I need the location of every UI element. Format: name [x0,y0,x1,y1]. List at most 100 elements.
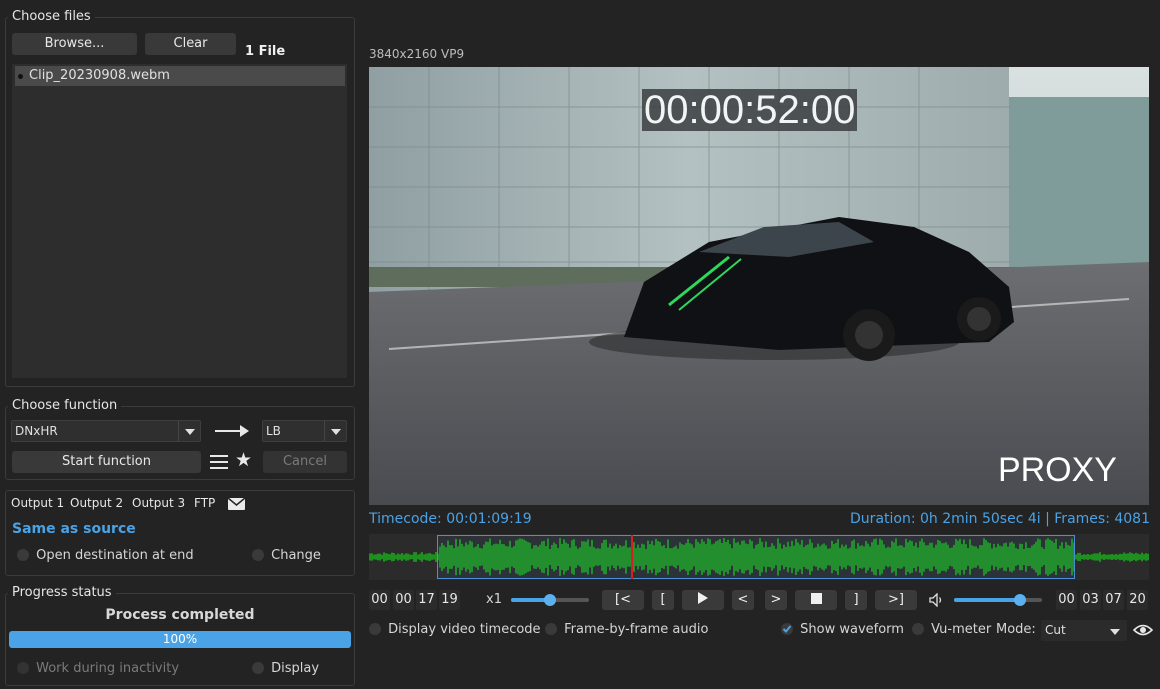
waveform-bar [1127,553,1129,561]
display-option[interactable]: Display [252,661,319,676]
mark-in-button[interactable]: [ [652,590,674,610]
audio-waveform[interactable] [369,534,1149,580]
waveform-bar [403,554,405,560]
video-preview[interactable]: 00:00:52:00 PROXY [369,67,1149,505]
checked-icon[interactable] [781,623,793,635]
show-waveform-label: Show waveform [800,622,904,637]
radio-icon[interactable] [252,662,264,674]
waveform-bar [433,554,435,560]
playhead[interactable] [631,535,633,579]
waveform-bar [425,553,427,561]
waveform-bar [397,553,399,561]
mail-icon[interactable] [228,498,245,510]
file-list[interactable]: Clip_20230908.webm [12,64,347,378]
tab-output-2[interactable]: Output 2 [70,496,123,510]
waveform-bar [1107,554,1109,560]
radio-icon[interactable] [912,623,924,635]
codec-select[interactable]: DNxHR [11,420,201,442]
cancel-button[interactable]: Cancel [263,451,347,473]
next-frame-button[interactable]: > [765,590,787,610]
current-tc-minutes[interactable]: 00 [393,590,414,610]
speed-slider-handle[interactable] [544,594,556,606]
end-tc-hours[interactable]: 00 [1056,590,1077,610]
waveform-bar [417,554,419,560]
vu-meter-option[interactable]: Vu-meter [912,622,991,637]
star-icon[interactable]: ★ [235,450,252,470]
duration-label: Duration: 0h 2min 50sec 4i | Frames: 408… [850,511,1150,527]
speed-label: x1 [486,592,502,607]
profile-select[interactable]: LB [262,420,347,442]
waveform-bar [377,553,379,561]
frame-audio-option[interactable]: Frame-by-frame audio [545,622,708,637]
proxy-watermark: PROXY [997,451,1117,489]
waveform-bar [423,554,425,560]
stop-button[interactable] [795,590,837,610]
waveform-bar [405,553,407,561]
tab-output-3[interactable]: Output 3 [132,496,185,510]
waveform-bar [371,553,373,561]
current-tc-frames[interactable]: 19 [439,590,460,610]
stop-icon [810,593,822,604]
go-end-button[interactable]: >] [875,590,917,610]
mode-label: Mode: [996,622,1036,637]
waveform-bar [381,554,383,560]
end-tc-frames[interactable]: 20 [1127,590,1148,610]
waveform-bar [427,553,429,561]
mode-select[interactable]: Cut [1041,620,1127,641]
waveform-bar [373,554,375,560]
mode-select-value: Cut [1045,623,1066,637]
work-inactivity-option[interactable]: Work during inactivity [17,661,179,676]
profile-select-value: LB [266,424,281,438]
mark-out-button[interactable]: ] [845,590,867,610]
browse-button[interactable]: Browse... [12,33,137,55]
waveform-bar [1137,553,1139,561]
destination-label: Same as source [12,521,136,537]
waveform-bar [375,554,377,560]
waveform-bar [1129,552,1131,562]
waveform-bar [1085,554,1087,560]
waveform-bar [1125,553,1127,561]
radio-icon[interactable] [545,623,557,635]
open-destination-label: Open destination at end [36,548,194,563]
progress-status-text: Process completed [105,607,255,623]
radio-icon[interactable] [369,623,381,635]
end-tc-minutes[interactable]: 03 [1080,590,1101,610]
radio-icon[interactable] [17,549,29,561]
open-destination-option[interactable]: Open destination at end [17,548,194,563]
work-inactivity-label: Work during inactivity [36,661,180,676]
tab-output-1[interactable]: Output 1 [11,496,64,510]
clear-button[interactable]: Clear [145,33,236,55]
play-button[interactable] [682,590,724,610]
end-tc-seconds[interactable]: 07 [1103,590,1124,610]
list-item[interactable]: Clip_20230908.webm [15,66,345,86]
eye-icon[interactable] [1133,623,1153,637]
prev-frame-button[interactable]: < [732,590,754,610]
change-option[interactable]: Change [252,548,321,563]
waveform-selection[interactable] [437,535,1075,579]
current-tc-hours[interactable]: 00 [369,590,390,610]
waveform-bar [1099,552,1101,562]
radio-icon[interactable] [17,662,29,674]
radio-icon[interactable] [252,549,264,561]
current-tc-seconds[interactable]: 17 [416,590,437,610]
show-waveform-option[interactable]: Show waveform [781,622,904,637]
menu-icon[interactable] [210,454,228,470]
waveform-bar [1133,553,1135,561]
waveform-bar [429,552,431,562]
tab-ftp[interactable]: FTP [194,496,215,510]
waveform-bar [1089,554,1091,560]
waveform-bar [1143,554,1145,560]
waveform-bar [1113,554,1115,560]
waveform-bar [369,553,371,561]
waveform-bar [1123,552,1125,562]
display-timecode-option[interactable]: Display video timecode [369,622,541,637]
start-function-button[interactable]: Start function [12,451,201,473]
volume-slider-handle[interactable] [1014,594,1026,606]
go-start-button[interactable]: [< [602,590,644,610]
waveform-bar [401,552,403,562]
waveform-bar [387,553,389,561]
volume-icon[interactable] [929,593,945,607]
waveform-bar [1095,553,1097,561]
file-count-label: 1 File [245,44,286,59]
progress-percent: 100% [162,632,198,646]
